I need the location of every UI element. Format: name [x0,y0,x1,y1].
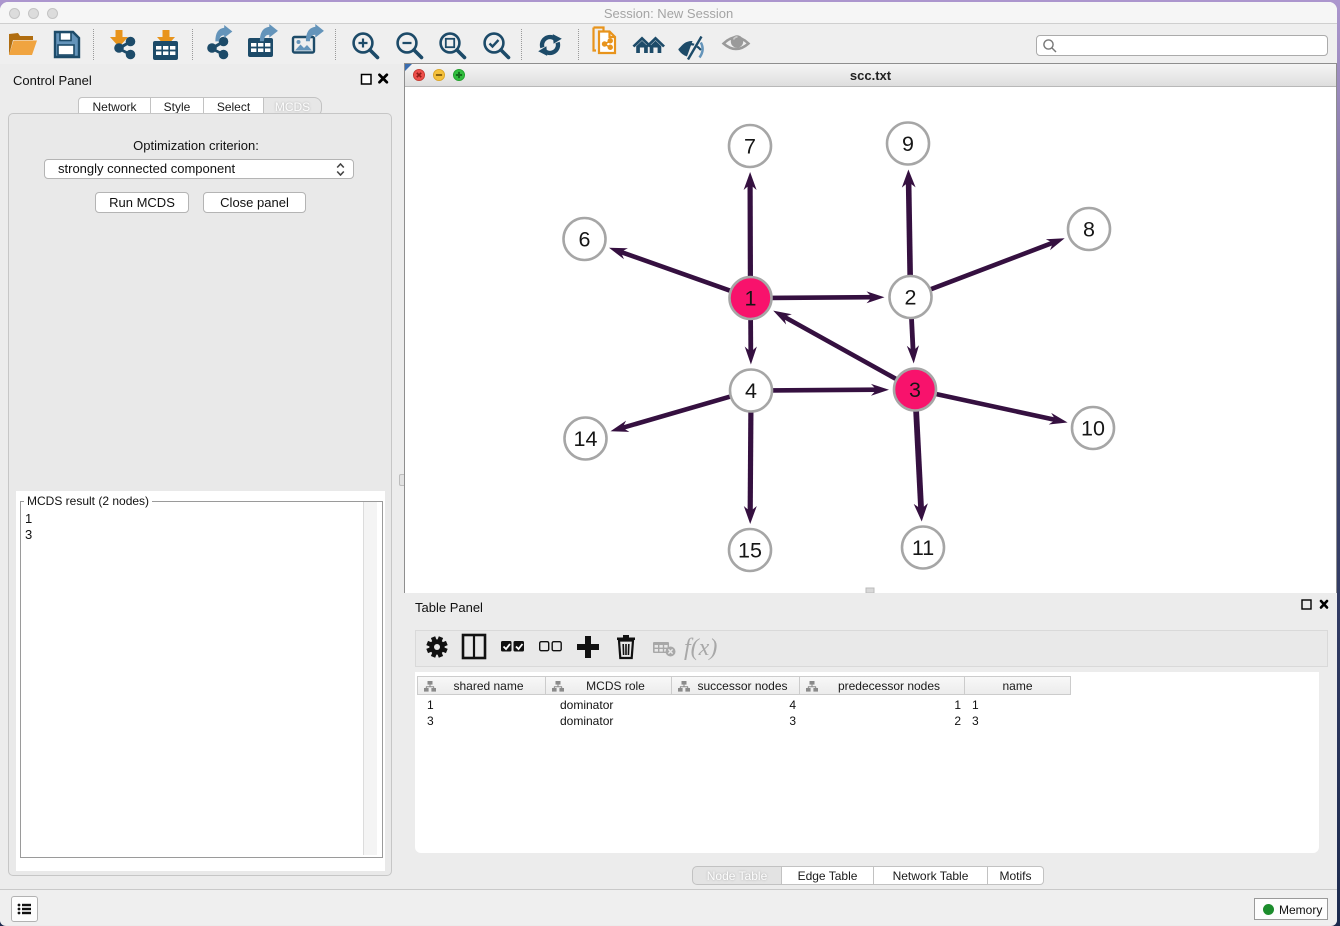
svg-text:3: 3 [909,378,921,402]
svg-text:14: 14 [574,427,598,451]
svg-text:15: 15 [738,539,762,563]
svg-text:2: 2 [905,286,917,310]
svg-text:8: 8 [1083,218,1095,242]
svg-text:4: 4 [745,379,757,403]
svg-text:6: 6 [579,228,591,252]
svg-text:10: 10 [1081,417,1105,441]
svg-text:11: 11 [912,536,934,560]
svg-text:7: 7 [744,135,756,159]
svg-text:9: 9 [902,132,914,156]
svg-text:f(x): f(x) [684,635,717,661]
svg-text:1: 1 [745,287,757,311]
